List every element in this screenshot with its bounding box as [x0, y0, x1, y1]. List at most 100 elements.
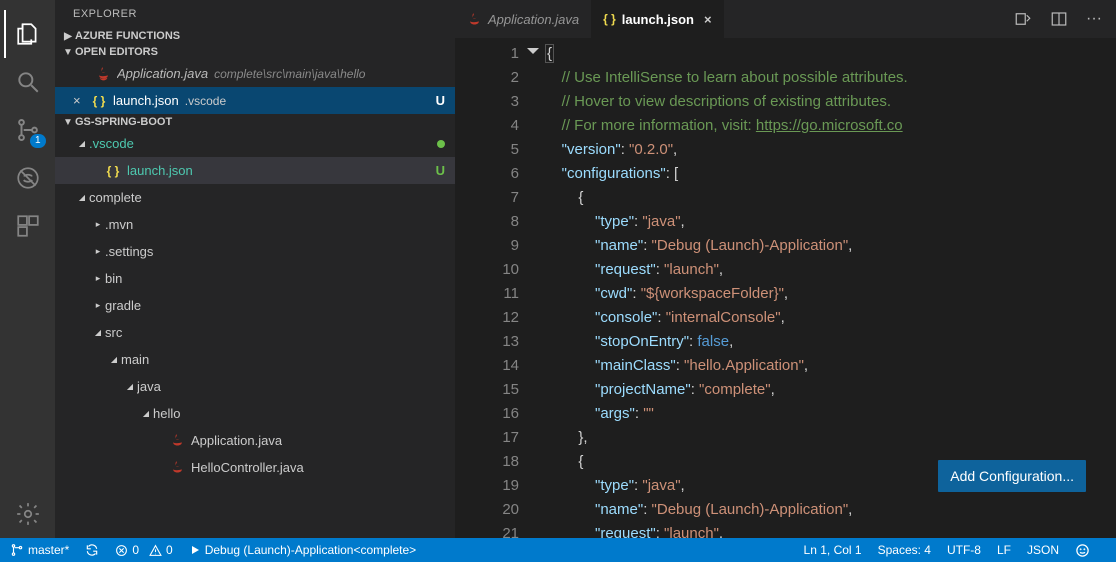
status-bar: master* 0 0 Debug (Launch)-Application<c… [0, 538, 1116, 562]
close-icon[interactable]: × [73, 93, 87, 108]
activity-search[interactable] [4, 58, 52, 106]
editor-item-sub: .vscode [185, 94, 226, 108]
status-branch[interactable]: master* [10, 543, 69, 557]
smiley-icon [1075, 543, 1090, 558]
tree-folder[interactable]: ▸bin [55, 265, 455, 292]
extensions-icon [15, 213, 41, 239]
search-icon [15, 69, 41, 95]
activity-scm[interactable]: 1 [4, 106, 52, 154]
line-gutter: 123456789101112131415161718192021 [455, 38, 545, 538]
status-debug-target[interactable]: Debug (Launch)-Application<complete> [189, 543, 416, 557]
activity-debug[interactable] [4, 154, 52, 202]
chevron-down-icon: ▼ [61, 47, 75, 58]
status-eol[interactable]: LF [997, 543, 1011, 557]
tab-application-java[interactable]: Application.java [455, 0, 591, 38]
modified-dot-icon [437, 140, 445, 148]
tree-folder[interactable]: ◢main [55, 346, 455, 373]
json-icon: { } [603, 12, 616, 26]
status-encoding[interactable]: UTF-8 [947, 543, 981, 557]
java-icon [169, 433, 185, 449]
editor-tabs: Application.java { } launch.json × ··· [455, 0, 1116, 38]
editor-area: Application.java { } launch.json × ··· 1… [455, 0, 1116, 538]
tree-file[interactable]: Application.java [55, 427, 455, 454]
json-icon: { } [91, 93, 107, 109]
section-open-editors[interactable]: ▼ OPEN EDITORS [55, 44, 455, 60]
git-status-badge: U [436, 163, 445, 178]
git-status-badge: U [436, 93, 445, 108]
tree-item-label: .settings [105, 244, 153, 259]
chevron-down-icon: ◢ [123, 382, 137, 391]
chevron-right-icon: ▸ [91, 273, 105, 284]
tree-file[interactable]: HelloController.java [55, 454, 455, 481]
open-editors-list: Application.java complete\src\main\java\… [55, 60, 455, 114]
files-icon [15, 21, 41, 47]
scm-badge: 1 [30, 134, 46, 148]
json-icon: { } [105, 163, 121, 179]
status-problems[interactable]: 0 0 [115, 543, 172, 557]
editor-item-name: launch.json [113, 93, 179, 108]
no-bug-icon [15, 165, 41, 191]
status-spaces[interactable]: Spaces: 4 [878, 543, 931, 557]
status-warnings-count: 0 [166, 543, 173, 557]
play-icon [189, 544, 201, 556]
chevron-down-icon: ◢ [75, 139, 89, 148]
activity-settings[interactable] [4, 490, 52, 538]
tree-folder[interactable]: ◢hello [55, 400, 455, 427]
java-icon [169, 460, 185, 476]
java-icon [95, 66, 111, 82]
tree-folder[interactable]: ◢src [55, 319, 455, 346]
sync-icon [85, 543, 99, 557]
tree-folder[interactable]: ▸.settings [55, 238, 455, 265]
error-icon [115, 544, 128, 557]
tree-file[interactable]: { } launch.json U [55, 157, 455, 184]
tree-folder[interactable]: ▸.mvn [55, 211, 455, 238]
chevron-right-icon: ▸ [91, 300, 105, 311]
tab-label: launch.json [622, 12, 694, 27]
close-icon[interactable]: × [704, 12, 712, 27]
tree-folder[interactable]: ▸gradle [55, 292, 455, 319]
tree-folder[interactable]: ◢java [55, 373, 455, 400]
gear-icon [15, 501, 41, 527]
chevron-down-icon: ◢ [75, 193, 89, 202]
tree-item-label: complete [89, 190, 142, 205]
tree-item-label: main [121, 352, 149, 367]
status-cursor[interactable]: Ln 1, Col 1 [804, 543, 862, 557]
tree-folder[interactable]: ◢complete [55, 184, 455, 211]
tab-label: Application.java [488, 12, 579, 27]
editor-toolbar: ··· [1014, 10, 1116, 28]
sidebar-explorer: EXPLORER ▶ AZURE FUNCTIONS ▼ OPEN EDITOR… [55, 0, 455, 538]
editor-item-sub: complete\src\main\java\hello [214, 67, 365, 81]
chevron-right-icon: ▸ [91, 219, 105, 230]
tab-launch-json[interactable]: { } launch.json × [591, 0, 724, 38]
section-label: OPEN EDITORS [75, 46, 158, 58]
open-editor-item[interactable]: × { } launch.json .vscode U [55, 87, 455, 114]
tree-item-label: launch.json [127, 163, 193, 178]
open-changes-icon[interactable] [1014, 10, 1032, 28]
section-label: GS-SPRING-BOOT [75, 116, 172, 128]
tree-item-label: .vscode [89, 136, 134, 151]
open-editor-item[interactable]: Application.java complete\src\main\java\… [55, 60, 455, 87]
section-workspace[interactable]: ▼ GS-SPRING-BOOT [55, 114, 455, 130]
activity-extensions[interactable] [4, 202, 52, 250]
java-icon [467, 12, 482, 27]
activity-explorer[interactable] [4, 10, 52, 58]
editor-item-name: Application.java [117, 66, 208, 81]
section-azure-functions[interactable]: ▶ AZURE FUNCTIONS [55, 28, 455, 44]
chevron-down-icon: ◢ [139, 409, 153, 418]
tree-folder[interactable]: ◢.vscode [55, 130, 455, 157]
more-actions-icon[interactable]: ··· [1086, 10, 1102, 28]
file-tree: ◢.vscode{ }launch.jsonU◢complete▸.mvn▸.s… [55, 130, 455, 481]
status-feedback[interactable] [1075, 543, 1090, 558]
split-editor-icon[interactable] [1050, 10, 1068, 28]
add-configuration-button[interactable]: Add Configuration... [938, 460, 1086, 492]
chevron-down-icon: ▼ [61, 117, 75, 128]
tree-item-label: gradle [105, 298, 141, 313]
tree-item-label: Application.java [191, 433, 282, 448]
chevron-right-icon: ▸ [91, 246, 105, 257]
status-language[interactable]: JSON [1027, 543, 1059, 557]
code-editor[interactable]: 123456789101112131415161718192021 { // U… [455, 38, 1116, 538]
warning-icon [149, 544, 162, 557]
sidebar-title: EXPLORER [55, 0, 455, 28]
status-errors-count: 0 [132, 543, 139, 557]
status-sync[interactable] [85, 543, 99, 557]
